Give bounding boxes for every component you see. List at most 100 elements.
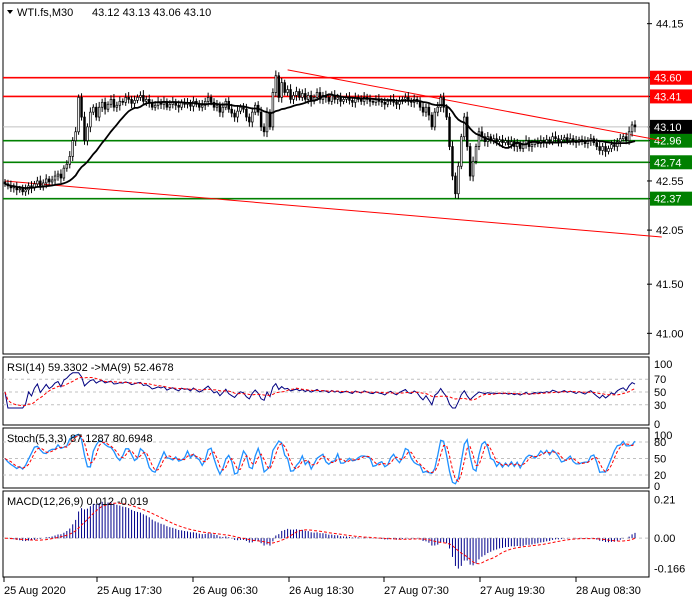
candle-body: [218, 104, 222, 113]
candle-body: [18, 188, 21, 191]
candle-body: [283, 82, 286, 93]
candle-body: [621, 136, 625, 140]
candle-body: [121, 100, 124, 103]
candle-body: [448, 116, 451, 147]
candle-body: [265, 111, 269, 133]
candle-body: [510, 141, 513, 145]
candle-body: [433, 111, 437, 128]
stoch-tick-label: 100: [654, 430, 672, 442]
candle-body: [239, 106, 242, 112]
candle-body: [627, 131, 631, 142]
candle-body: [424, 106, 428, 113]
candle-body: [206, 97, 210, 102]
candle-body: [604, 146, 607, 152]
candle-body: [421, 106, 425, 113]
stoch-tick-label: 50: [654, 454, 666, 466]
candle-body: [295, 91, 298, 96]
candle-body: [242, 106, 245, 110]
candle-body: [44, 178, 48, 184]
candle-body: [233, 112, 236, 118]
rsi-tick-label: 50: [654, 387, 666, 399]
candle-body: [274, 75, 278, 93]
candle-body: [351, 99, 354, 103]
candle-body: [342, 99, 345, 102]
candle-body: [298, 91, 301, 98]
level-price-label: 42.74: [654, 157, 682, 169]
candle-body: [383, 101, 386, 105]
candle-body: [139, 95, 142, 98]
candle-body: [454, 175, 457, 195]
candle-body: [601, 146, 604, 151]
candle-body: [100, 101, 104, 108]
candle-body: [516, 143, 519, 147]
ohlc-values: 43.12 43.13 43.06 43.10: [92, 7, 211, 19]
candle-body: [133, 99, 136, 104]
candle-body: [130, 99, 133, 104]
price-tick-label: 44.15: [656, 19, 684, 31]
candle-body: [507, 140, 510, 145]
symbol-title: WTI.fs,M30: [17, 7, 73, 19]
rsi-tick-label: 30: [654, 400, 666, 412]
candle-body: [595, 142, 598, 147]
macd-tick-label: 0.00: [654, 533, 675, 545]
time-tick-label: 26 Aug 18:30: [289, 585, 354, 597]
trading-chart[interactable]: 44.15 42.55 42.05 41.50 41.00 43.60 43.41 42.96…: [0, 0, 700, 600]
candle-body: [277, 75, 281, 98]
candle-body: [39, 180, 42, 187]
candle-body: [106, 103, 110, 110]
price-tick-label: 41.50: [656, 279, 684, 291]
candle-body: [62, 167, 66, 179]
candle-body: [248, 116, 251, 123]
candle-body: [112, 99, 116, 108]
candle-body: [74, 131, 77, 142]
candle-body: [386, 100, 389, 105]
stoch-tick-label: 0: [654, 481, 660, 493]
candle-body: [404, 97, 407, 100]
candle-body: [89, 111, 92, 128]
candle-body: [339, 97, 342, 102]
candle-body: [115, 104, 119, 108]
candle-body: [71, 140, 74, 157]
candle-body: [109, 99, 113, 105]
candle-body: [557, 138, 560, 142]
candle-body: [504, 140, 507, 143]
candle-body: [292, 95, 295, 100]
candle-body: [368, 99, 372, 102]
price-tick-label: 41.00: [656, 328, 684, 340]
candle-body: [42, 182, 45, 187]
candle-body: [598, 146, 601, 151]
candle-body: [474, 146, 478, 162]
candle-body: [97, 106, 101, 118]
stoch-label: Stoch(5,3,3) 87.1287 80.6948: [7, 433, 153, 445]
candle-body: [103, 101, 107, 110]
chart-window: 44.15 42.55 42.05 41.50 41.00 43.60 43.41 42.96…: [0, 0, 700, 600]
candle-body: [501, 139, 504, 143]
macd-label: MACD(12,26,9) 0.012 -0.019: [7, 496, 148, 508]
candle-body: [495, 138, 498, 142]
candle-body: [83, 116, 86, 142]
candle-body: [566, 137, 569, 142]
candle-body: [230, 108, 233, 114]
candle-body: [56, 173, 60, 177]
candle-body: [436, 106, 439, 113]
candle-body: [50, 179, 54, 183]
candle-body: [47, 178, 51, 183]
candle-body: [571, 138, 575, 142]
candle-body: [451, 146, 454, 177]
candle-body: [286, 89, 289, 93]
level-price-label: 43.60: [654, 73, 682, 85]
candle-body: [262, 126, 266, 133]
candle-body: [268, 111, 272, 128]
candle-body: [68, 156, 71, 165]
time-tick-label: 26 Aug 06:30: [193, 585, 258, 597]
candle-body: [59, 173, 63, 179]
candle-body: [610, 144, 613, 149]
candle-body: [304, 93, 307, 100]
candle-body: [77, 97, 80, 133]
candle-body: [145, 99, 148, 102]
macd-tick-label: -0.166: [654, 564, 685, 576]
candle-body: [395, 101, 398, 105]
candle-body: [468, 146, 472, 177]
candle-body: [330, 95, 334, 102]
candle-body: [136, 97, 139, 101]
